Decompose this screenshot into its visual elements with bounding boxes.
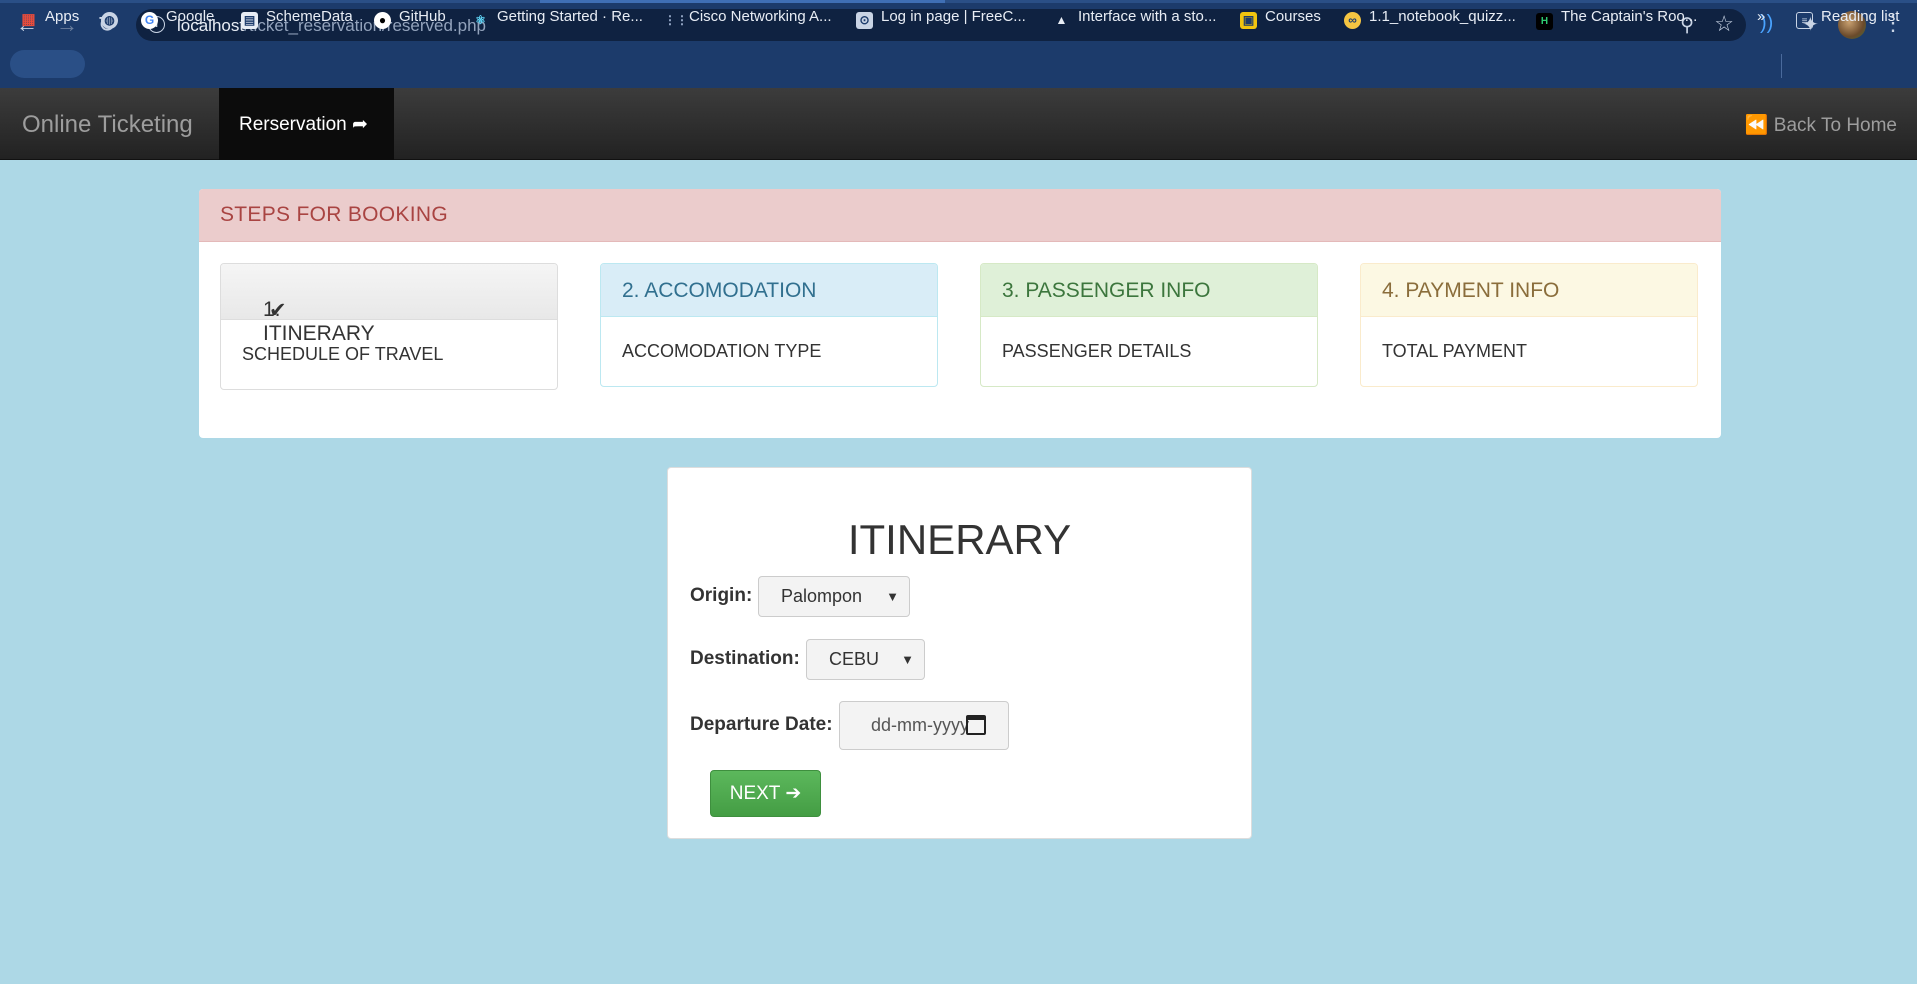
bookmark-courses[interactable]: ▣ Courses <box>1240 6 1321 29</box>
step-itinerary-body: SCHEDULE OF TRAVEL <box>242 344 444 364</box>
chevron-down-icon: ▼ <box>901 652 914 667</box>
bookmarks-overflow[interactable]: » <box>1757 6 1765 28</box>
tab-strip-line <box>0 0 1917 3</box>
bookmark-label: GitHub <box>399 8 446 25</box>
globe-icon: ◍ <box>101 12 118 29</box>
bookmark-label: Interface with a sto... <box>1078 8 1217 25</box>
departure-date-input[interactable]: dd-mm-yyyy <box>839 701 1009 750</box>
browser-chrome: ← → ↻ i localhost/ticket_reservation/res… <box>0 0 1917 88</box>
chevron-down-icon: ▼ <box>886 589 899 604</box>
reading-list-icon: ≡ <box>1796 12 1813 29</box>
freecodecamp-icon: ⊙ <box>856 12 873 29</box>
bookmark-label: Getting Started · Re... <box>497 8 643 25</box>
bookmark-schemedata[interactable]: ▤ SchemeData <box>241 6 353 29</box>
bookmark-google[interactable]: G Google <box>141 6 215 29</box>
bookmark-apps[interactable]: ▦ Apps <box>20 6 79 28</box>
step-accomodation-title: 2. ACCOMODATION <box>622 279 817 302</box>
bookmark-label: Apps <box>45 8 80 25</box>
cisco-icon: ⋮⋮ <box>664 13 688 27</box>
back-to-home-link[interactable]: ⏪ Back To Home <box>1745 113 1897 137</box>
github-icon: ● <box>374 12 391 29</box>
check-icon: ✔ <box>269 299 287 322</box>
bookmark-label: Log in page | FreeC... <box>881 8 1026 25</box>
notebook-icon: ∞ <box>1344 12 1361 29</box>
step-payment-info: 4. PAYMENT INFO TOTAL PAYMENT <box>1360 263 1698 387</box>
origin-value: Palompon <box>781 586 863 606</box>
step-payment-title: 4. PAYMENT INFO <box>1382 279 1560 302</box>
itinerary-form: ITINERARY Origin: Palompon ▼ Destination:… <box>667 467 1252 839</box>
step-payment-body: TOTAL PAYMENT <box>1382 341 1528 361</box>
bookmark-notebook[interactable]: ∞ 1.1_notebook_quizz... <box>1344 6 1516 29</box>
bookmark-github[interactable]: ● GitHub <box>374 6 446 29</box>
departure-date-label: Departure Date: <box>690 714 833 735</box>
document-icon: ▤ <box>241 12 258 29</box>
bookmark-freecodecamp[interactable]: ⊙ Log in page | FreeC... <box>856 6 1026 29</box>
nav-reservation[interactable]: Rerservation ➦ <box>219 88 394 160</box>
bookmark-label: The Captain's Roo... <box>1561 8 1698 25</box>
bookmark-interface[interactable]: ▲ Interface with a sto... <box>1053 6 1217 28</box>
hackerrank-icon: H <box>1536 13 1553 30</box>
bookmark-label: Cisco Networking A... <box>689 8 832 25</box>
step-passenger-title: 3. PASSENGER INFO <box>1002 279 1211 302</box>
apps-grid-icon: ▦ <box>21 11 36 28</box>
google-icon: G <box>141 12 158 29</box>
app-navbar: Online Ticketing Rerservation ➦ ⏪ Back T… <box>0 88 1917 160</box>
calendar-icon[interactable] <box>966 715 986 735</box>
reading-list-label: Reading list <box>1821 8 1900 25</box>
bookmark-label: SchemeData <box>266 8 353 25</box>
destination-select[interactable]: CEBU ▼ <box>806 639 925 680</box>
step-itinerary: 1. ITINERARY ✔ SCHEDULE OF TRAVEL <box>220 263 558 390</box>
step-passenger-info: 3. PASSENGER INFO PASSENGER DETAILS <box>980 263 1318 387</box>
bookmark-label: 1.1_notebook_quizz... <box>1369 8 1516 25</box>
steps-panel: STEPS FOR BOOKING 1. ITINERARY ✔ SCHEDULE… <box>199 189 1721 438</box>
bookmark-react[interactable]: ⚛ Getting Started · Re... <box>472 6 643 28</box>
bookmark-star-icon[interactable]: ☆ <box>1714 11 1734 37</box>
bookmark-captains-room[interactable]: H The Captain's Roo... <box>1536 6 1698 30</box>
step-accomodation: 2. ACCOMODATION ACCOMODATION TYPE <box>600 263 938 387</box>
mountain-icon: ▲ <box>1055 13 1068 27</box>
react-icon: ⚛ <box>475 13 486 27</box>
step-passenger-body: PASSENGER DETAILS <box>1002 341 1192 361</box>
bookmark-label: Google <box>166 8 215 25</box>
step-passenger-header: 3. PASSENGER INFO <box>981 264 1317 317</box>
bookmark-globe[interactable]: ◍ <box>101 6 126 29</box>
steps-heading-text: STEPS FOR BOOKING <box>220 203 448 226</box>
bookmark-cisco[interactable]: ⋮⋮Cisco Networking A... <box>664 6 832 28</box>
overflow-chevron-icon: » <box>1757 8 1766 25</box>
step-accomodation-body: ACCOMODATION TYPE <box>622 341 822 361</box>
step-accomodation-header: 2. ACCOMODATION <box>601 264 937 317</box>
origin-select[interactable]: Palompon ▼ <box>758 576 910 617</box>
apps-button-bg <box>10 50 85 78</box>
date-placeholder: dd-mm-yyyy <box>871 715 969 735</box>
bookmark-label: Courses <box>1265 8 1321 25</box>
courses-icon: ▣ <box>1240 12 1257 29</box>
brand-link[interactable]: Online Ticketing <box>22 111 193 139</box>
destination-value: CEBU <box>829 649 880 669</box>
step-itinerary-header: 1. ITINERARY ✔ <box>221 264 557 345</box>
destination-label: Destination: <box>690 648 800 669</box>
step-payment-header: 4. PAYMENT INFO <box>1361 264 1697 317</box>
nav-reservation-label: Rerservation ➦ <box>239 114 368 135</box>
reading-list[interactable]: ≡ Reading list <box>1796 6 1900 29</box>
origin-label: Origin: <box>690 585 753 606</box>
next-button[interactable]: NEXT ➔ <box>710 770 821 817</box>
steps-heading: STEPS FOR BOOKING <box>199 189 1721 242</box>
bookmark-divider <box>1781 54 1782 78</box>
form-title: ITINERARY <box>847 516 1072 563</box>
